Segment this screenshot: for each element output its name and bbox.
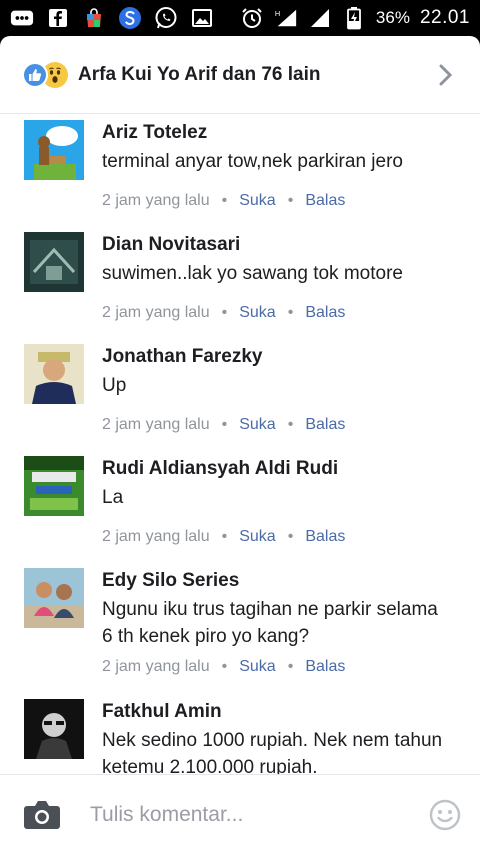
- comment-timestamp: 2 jam yang lalu: [102, 528, 210, 545]
- s-app-icon: [118, 6, 142, 30]
- like-link[interactable]: Suka: [239, 304, 275, 322]
- comment-timestamp: 2 jam yang lalu: [102, 416, 210, 433]
- separator-dot: •: [287, 304, 294, 321]
- comment-author[interactable]: Edy Silo Series: [102, 570, 239, 592]
- facebook-icon: [46, 6, 70, 30]
- avatar[interactable]: [24, 456, 84, 516]
- comment-meta: 2 jam yang lalu • Suka • Balas: [102, 304, 345, 322]
- comment-author[interactable]: Fatkhul Amin: [102, 701, 222, 723]
- comment-meta: 2 jam yang lalu • Suka • Balas: [102, 416, 345, 434]
- comment-author[interactable]: Ariz Totelez: [102, 122, 207, 144]
- network-type-label: H: [275, 9, 280, 18]
- battery-percent: 36%: [375, 8, 410, 27]
- clock: 22.01: [419, 7, 470, 28]
- comment-timestamp: 2 jam yang lalu: [102, 192, 210, 209]
- battery-icon: [342, 6, 366, 30]
- reply-link[interactable]: Balas: [305, 192, 345, 210]
- separator-dot: •: [221, 416, 228, 433]
- comment-meta: 2 jam yang lalu • Suka • Balas: [102, 528, 345, 546]
- like-link[interactable]: Suka: [239, 192, 275, 210]
- comment-list[interactable]: Ariz Totelez terminal anyar tow,nek park…: [0, 114, 480, 774]
- separator-dot: •: [221, 658, 228, 675]
- comment-timestamp: 2 jam yang lalu: [102, 304, 210, 321]
- chevron-right-icon[interactable]: [434, 63, 458, 87]
- comment-text: La: [102, 487, 124, 508]
- separator-dot: •: [287, 528, 294, 545]
- comment-text: terminal anyar tow,nek parkiran jero: [102, 151, 403, 172]
- comment-input[interactable]: [90, 802, 428, 827]
- like-link[interactable]: Suka: [239, 416, 275, 434]
- avatar[interactable]: [24, 699, 84, 759]
- status-bar: H 36% 22.01: [0, 0, 480, 36]
- like-link[interactable]: Suka: [239, 528, 275, 546]
- avatar[interactable]: [24, 568, 84, 628]
- comment-text: Up: [102, 375, 127, 396]
- comment-author[interactable]: Rudi Aldiansyah Aldi Rudi: [102, 458, 338, 480]
- shopping-bag-icon: [82, 6, 106, 30]
- whatsapp-icon: [154, 6, 178, 30]
- comment-author[interactable]: Jonathan Farezky: [102, 346, 263, 368]
- gallery-icon: [190, 6, 214, 30]
- separator-dot: •: [221, 528, 228, 545]
- system-status: H 36% 22.01: [240, 6, 470, 30]
- comment-text: Ngunu iku trus tagihan ne parkir selama …: [102, 599, 438, 647]
- comments-sheet: Arfa Kui Yo Arif dan 76 lain Ariz Totele…: [0, 36, 480, 854]
- avatar[interactable]: [24, 232, 84, 292]
- bbm-icon: [10, 6, 34, 30]
- separator-dot: •: [221, 192, 228, 209]
- comment-meta: 2 jam yang lalu • Suka • Balas: [102, 658, 345, 676]
- reply-link[interactable]: Balas: [305, 528, 345, 546]
- avatar[interactable]: [24, 344, 84, 404]
- alarm-icon: [240, 6, 264, 30]
- emoji-icon[interactable]: [428, 798, 462, 832]
- separator-dot: •: [287, 416, 294, 433]
- like-link[interactable]: Suka: [239, 658, 275, 676]
- avatar[interactable]: [24, 120, 84, 180]
- separator-dot: •: [221, 304, 228, 321]
- notification-icons: [10, 6, 214, 30]
- like-reaction-icon: [22, 61, 48, 88]
- comment-meta: 2 jam yang lalu • Suka • Balas: [102, 192, 345, 210]
- signal-h-icon: H: [274, 6, 298, 30]
- comment-text: suwimen..lak yo sawang tok motore: [102, 263, 403, 284]
- comment-composer: [0, 774, 480, 854]
- reactions-summary: Arfa Kui Yo Arif dan 76 lain: [78, 63, 321, 85]
- comment-author[interactable]: Dian Novitasari: [102, 234, 240, 256]
- separator-dot: •: [287, 192, 294, 209]
- wifi-signal-icon: [308, 6, 332, 30]
- reply-link[interactable]: Balas: [305, 304, 345, 322]
- comment-text: Nek sedino 1000 rupiah. Nek nem tahun ke…: [102, 730, 443, 774]
- comment-timestamp: 2 jam yang lalu: [102, 658, 210, 675]
- reactions-header[interactable]: Arfa Kui Yo Arif dan 76 lain: [0, 36, 480, 114]
- reply-link[interactable]: Balas: [305, 416, 345, 434]
- reply-link[interactable]: Balas: [305, 658, 345, 676]
- camera-icon[interactable]: [22, 799, 62, 831]
- separator-dot: •: [287, 658, 294, 675]
